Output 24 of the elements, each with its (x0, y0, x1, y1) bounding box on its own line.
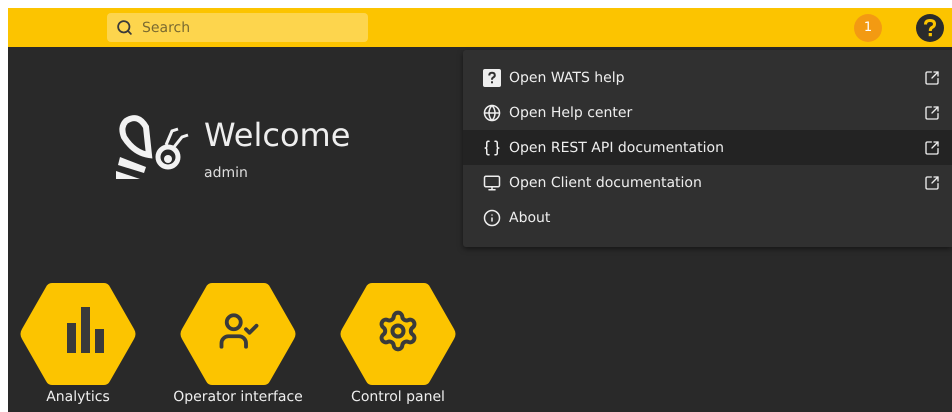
help-icon (483, 68, 501, 86)
hexagon-tile[interactable] (180, 283, 296, 385)
info-icon (483, 208, 501, 226)
search-field[interactable]: Search (107, 13, 368, 42)
menu-item[interactable]: Open Help center (463, 95, 952, 130)
menu-item[interactable]: Open Client documentation (463, 165, 952, 200)
search-icon (116, 19, 133, 36)
hexagon-tile[interactable] (20, 283, 136, 385)
tile-label[interactable]: Analytics (46, 389, 110, 405)
monitor-icon (483, 174, 501, 192)
menu-item[interactable]: Open REST API documentation (463, 130, 952, 165)
user-check-icon (220, 313, 258, 349)
menu-item[interactable]: Open WATS help (463, 60, 952, 95)
hexagon-tile[interactable] (340, 283, 456, 385)
help-button[interactable] (916, 14, 944, 42)
braces-icon (483, 138, 501, 156)
menu-item[interactable]: About (463, 200, 952, 235)
tile-label[interactable]: Control panel (351, 389, 445, 405)
username: admin (204, 165, 249, 181)
welcome-title: Welcome (204, 115, 350, 155)
gear-icon (380, 310, 416, 352)
tile-label[interactable]: Operator interface (173, 389, 303, 405)
bar-chart-icon (67, 307, 104, 353)
question-mark-icon (923, 18, 937, 36)
